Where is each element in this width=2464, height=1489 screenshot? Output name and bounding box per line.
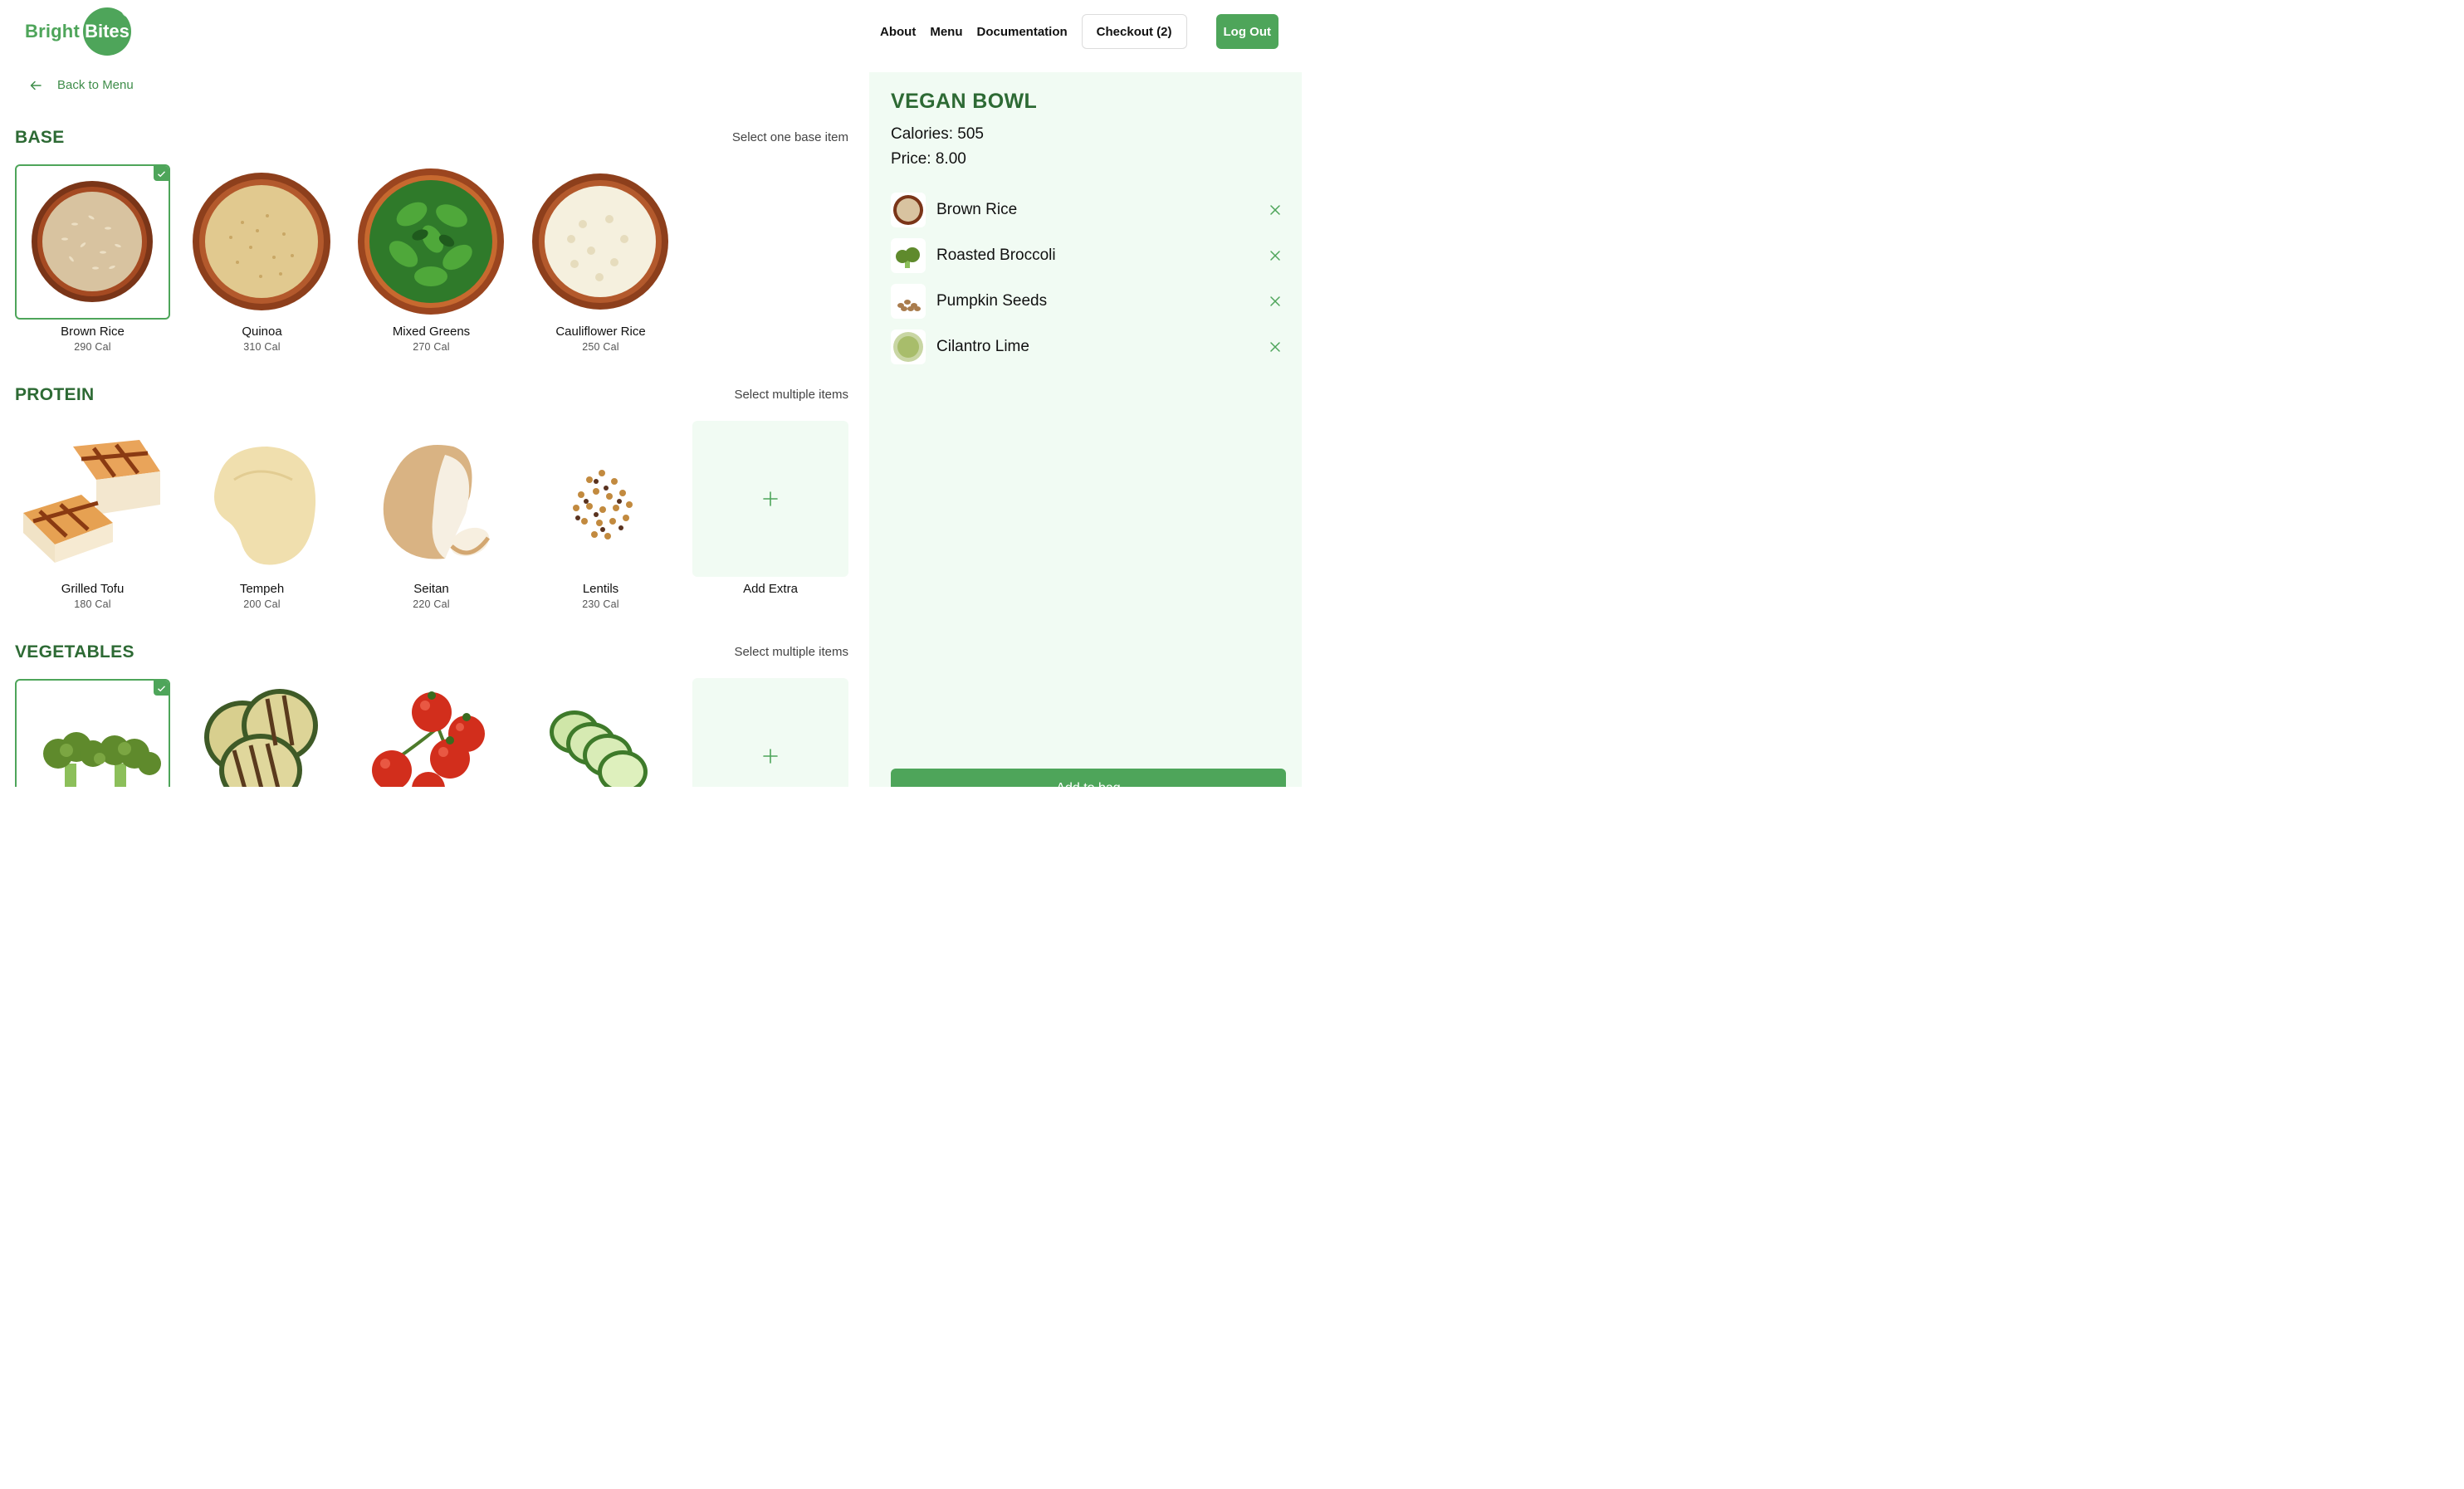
base-item-cal: 290 Cal xyxy=(74,341,111,353)
section-title-base: BASE xyxy=(15,128,65,147)
selected-check-icon xyxy=(154,681,169,696)
lentils-icon xyxy=(573,470,633,539)
bowl-price: Price: 8.00 xyxy=(891,150,966,168)
plus-icon xyxy=(763,749,778,764)
bowl-item-name: Cilantro Lime xyxy=(936,338,1029,355)
seitan-icon xyxy=(383,445,491,559)
bowl-item: Brown Rice xyxy=(891,192,1281,228)
protein-item-cal: 180 Cal xyxy=(74,598,111,610)
cilantro-lime-thumb-icon xyxy=(891,330,926,364)
remove-item-icon[interactable] xyxy=(1269,295,1281,307)
zucchini-icon xyxy=(204,689,318,787)
protein-item-cal: 220 Cal xyxy=(413,598,450,610)
cucumber-icon xyxy=(550,710,648,787)
bowl-item-name: Roasted Broccoli xyxy=(936,247,1056,264)
plus-icon xyxy=(763,491,778,506)
protein-item-seitan[interactable] xyxy=(354,422,509,577)
section-title-protein: PROTEIN xyxy=(15,385,95,404)
base-item-name: Brown Rice xyxy=(61,325,125,339)
base-item-name: Mixed Greens xyxy=(392,325,471,339)
bowl-calories: Calories: 505 xyxy=(891,125,984,143)
cauliflower-bowl-icon xyxy=(532,173,668,310)
quinoa-bowl-icon xyxy=(193,173,330,310)
tomatoes-icon xyxy=(372,691,485,787)
base-item-name: Quinoa xyxy=(242,325,282,339)
add-extra-label: Add Extra xyxy=(743,582,798,596)
veg-item-tomatoes[interactable] xyxy=(354,679,509,787)
remove-item-icon[interactable] xyxy=(1269,341,1281,353)
arrow-left-icon xyxy=(30,81,42,90)
base-item-cal: 310 Cal xyxy=(243,341,281,353)
greens-bowl-icon xyxy=(358,168,504,315)
brown-rice-thumb-icon xyxy=(891,193,926,227)
tempeh-icon xyxy=(214,447,316,565)
nav-documentation[interactable]: Documentation xyxy=(977,25,1068,39)
header: Bright Bites About Menu Documentation Ch… xyxy=(0,0,1302,66)
remove-item-icon[interactable] xyxy=(1269,250,1281,261)
section-hint-vegetables: Select multiple items xyxy=(734,645,848,659)
remove-item-icon[interactable] xyxy=(1269,204,1281,216)
bowl-item: Roasted Broccoli xyxy=(891,237,1281,274)
seeds-thumb-icon xyxy=(891,284,926,319)
brand-logo[interactable]: Bright Bites xyxy=(25,7,131,56)
protein-item-tempeh[interactable] xyxy=(184,422,340,577)
checkout-button[interactable]: Checkout (2) xyxy=(1081,14,1187,49)
base-item-cauliflower-rice[interactable] xyxy=(523,164,678,320)
section-hint-base: Select one base item xyxy=(731,130,848,144)
bowl-item: Pumpkin Seeds xyxy=(891,283,1281,320)
back-to-menu-link[interactable]: Back to Menu xyxy=(30,78,134,92)
base-item-brown-rice[interactable] xyxy=(15,164,170,320)
bowl-item: Cilantro Lime xyxy=(891,329,1281,365)
add-extra-vegetable-button[interactable] xyxy=(692,678,848,787)
selected-check-icon xyxy=(154,166,169,181)
bowl-summary-panel: VEGAN BOWL Calories: 505 Price: 8.00 Bro… xyxy=(869,72,1302,787)
nav-menu[interactable]: Menu xyxy=(930,25,962,39)
brand-word-bites: Bites xyxy=(85,21,130,41)
protein-item-lentils[interactable] xyxy=(523,422,678,577)
base-item-name: Cauliflower Rice xyxy=(555,325,646,339)
protein-item-cal: 200 Cal xyxy=(243,598,281,610)
bowl-item-name: Brown Rice xyxy=(936,201,1018,218)
veg-item-broccoli[interactable] xyxy=(15,679,170,787)
broccoli-thumb-icon xyxy=(891,238,926,273)
broccoli-icon xyxy=(43,732,161,787)
back-label: Back to Menu xyxy=(57,78,134,92)
base-item-mixed-greens[interactable] xyxy=(354,164,509,320)
protein-item-cal: 230 Cal xyxy=(582,598,619,610)
veg-item-zucchini[interactable] xyxy=(184,679,340,787)
protein-item-name: Tempeh xyxy=(239,582,285,596)
protein-item-grilled-tofu[interactable] xyxy=(15,422,170,577)
logout-button[interactable]: Log Out xyxy=(1215,14,1278,49)
top-nav: About Menu Documentation Checkout (2) Lo… xyxy=(866,14,1278,49)
section-hint-protein: Select multiple items xyxy=(734,388,848,402)
base-item-quinoa[interactable] xyxy=(184,164,340,320)
section-title-vegetables: VEGETABLES xyxy=(15,642,134,662)
add-to-bag-button[interactable]: Add to bag xyxy=(891,769,1286,787)
protein-item-name: Grilled Tofu xyxy=(61,582,125,596)
base-item-cal: 250 Cal xyxy=(582,341,619,353)
veg-item-cucumber[interactable] xyxy=(523,679,678,787)
protein-item-name: Lentils xyxy=(582,582,619,596)
add-extra-protein-button[interactable] xyxy=(692,421,848,577)
bowl-item-name: Pumpkin Seeds xyxy=(936,292,1048,310)
brand-circle: Bites xyxy=(82,7,131,56)
nav-about[interactable]: About xyxy=(880,25,916,39)
bowl-title: VEGAN BOWL xyxy=(891,90,1038,113)
brown-rice-bowl-icon xyxy=(32,181,153,302)
base-item-cal: 270 Cal xyxy=(413,341,450,353)
tofu-icon xyxy=(23,440,160,563)
protein-item-name: Seitan xyxy=(413,582,449,596)
brand-word-bright: Bright xyxy=(25,21,80,41)
